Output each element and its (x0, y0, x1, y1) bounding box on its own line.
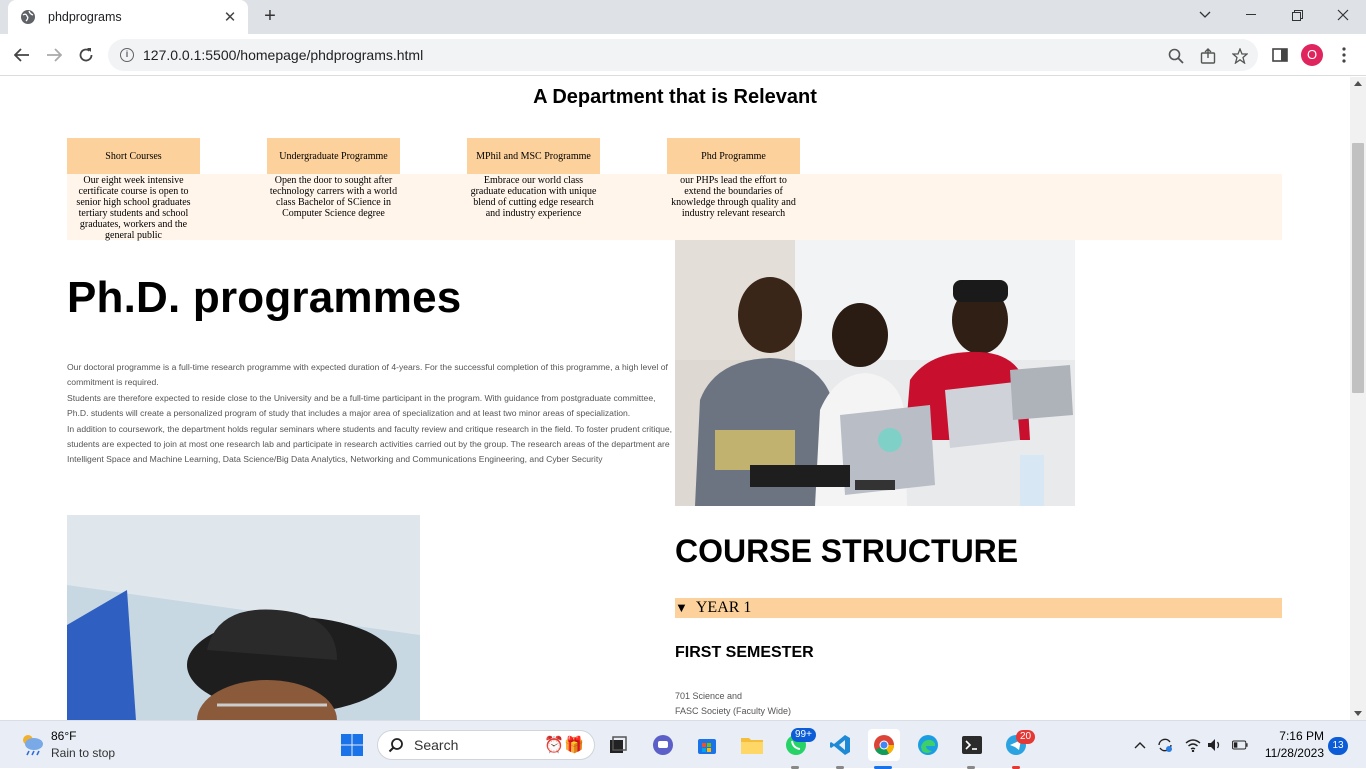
chevron-up-icon[interactable] (1132, 737, 1148, 753)
microsoft-store-icon[interactable] (691, 729, 723, 761)
whatsapp-badge: 99+ (791, 728, 816, 742)
course-item: FASC Society (Faculty Wide) (675, 706, 792, 716)
weather-temperature[interactable]: 86°F (51, 729, 76, 743)
close-window-button[interactable] (1320, 0, 1366, 30)
minimize-button[interactable] (1228, 0, 1274, 30)
scroll-down-arrow-icon[interactable] (1354, 711, 1362, 716)
sync-icon[interactable] (1157, 737, 1173, 753)
start-button[interactable] (336, 729, 368, 761)
browser-toolbar: i 127.0.0.1:5500/homepage/phdprograms.ht… (0, 34, 1366, 76)
edge-icon[interactable] (912, 729, 944, 761)
card-mphil-title[interactable]: MPhil and MSC Programme (467, 138, 600, 174)
card-phd-text: our PHPs lead the effort to extend the b… (671, 175, 796, 219)
url-text: 127.0.0.1:5500/homepage/phdprograms.html (143, 47, 424, 63)
search-highlight-icon: ⏰🎁 (544, 737, 584, 754)
tab-close-icon[interactable]: ✕ (222, 8, 238, 26)
disclosure-triangle-icon: ▼ (675, 600, 688, 615)
side-panel-icon[interactable] (1270, 45, 1290, 65)
terminal-icon[interactable] (956, 729, 988, 761)
phd-paragraph: Students are therefore expected to resid… (67, 392, 656, 419)
students-photo (675, 240, 1075, 506)
chrome-icon[interactable] (868, 729, 900, 761)
card-undergraduate-title[interactable]: Undergraduate Programme (267, 138, 400, 174)
scroll-up-arrow-icon[interactable] (1354, 81, 1362, 86)
profile-avatar[interactable]: O (1301, 44, 1323, 66)
page-scrollbar[interactable] (1350, 77, 1366, 720)
taskbar-search[interactable]: Search ⏰🎁 (377, 730, 595, 760)
share-icon[interactable] (1199, 47, 1217, 65)
card-short-courses-title[interactable]: Short Courses (67, 138, 200, 174)
graduation-photo (67, 515, 420, 720)
reload-icon[interactable] (73, 42, 99, 68)
phd-paragraph: In addition to coursework, the departmen… (67, 423, 673, 465)
windows-taskbar: 86°F Rain to stop Search ⏰🎁 99+ 20 7:16 … (0, 720, 1366, 769)
phd-programmes-title: Ph.D. programmes (67, 273, 462, 322)
year-1-toggle[interactable]: ▼ YEAR 1 (675, 598, 1282, 618)
wifi-icon[interactable] (1185, 737, 1201, 753)
volume-icon[interactable] (1207, 737, 1223, 753)
card-short-courses-text: Our eight week intensive certificate cou… (76, 175, 191, 241)
department-heading: A Department that is Relevant (533, 86, 817, 108)
phd-paragraph: Our doctoral programme is a full-time re… (67, 362, 668, 388)
forward-arrow-icon[interactable] (41, 42, 67, 68)
browser-tab-bar: phdprograms ✕ + (0, 0, 1366, 34)
semester-title: FIRST SEMESTER (675, 644, 814, 661)
search-icon (388, 738, 403, 753)
phd-description: Our doctoral programme is a full-time re… (67, 360, 675, 468)
file-explorer-icon[interactable] (736, 729, 768, 761)
scrollbar-thumb[interactable] (1352, 143, 1364, 393)
menu-dots-icon[interactable] (1334, 45, 1354, 65)
card-mphil-text: Embrace our world class graduate educati… (470, 175, 597, 219)
battery-icon[interactable] (1232, 737, 1248, 753)
globe-icon (21, 10, 35, 24)
clock-time[interactable]: 7:16 PM (1266, 729, 1324, 743)
address-bar[interactable]: i 127.0.0.1:5500/homepage/phdprograms.ht… (108, 39, 1258, 71)
browser-tab[interactable]: phdprograms ✕ (8, 0, 248, 34)
teams-chat-icon[interactable] (647, 729, 679, 761)
card-undergraduate-text: Open the door to sought after technology… (269, 175, 398, 219)
task-view-icon[interactable] (602, 729, 634, 761)
new-tab-button[interactable]: + (259, 6, 281, 28)
weather-rain-icon[interactable] (18, 730, 46, 758)
card-phd-title[interactable]: Phd Programme (667, 138, 800, 174)
restore-button[interactable] (1274, 0, 1320, 30)
course-item: 701 Science and (675, 691, 743, 701)
tab-title: phdprograms (48, 10, 122, 24)
weather-description[interactable]: Rain to stop (51, 746, 115, 760)
vscode-icon[interactable] (824, 729, 856, 761)
search-label: Search (414, 737, 459, 753)
site-info-icon[interactable]: i (120, 48, 134, 62)
back-arrow-icon[interactable] (9, 42, 35, 68)
clock-date[interactable]: 11/28/2023 (1262, 746, 1324, 760)
zoom-icon[interactable] (1167, 47, 1185, 65)
year-label: YEAR 1 (695, 599, 752, 616)
telegram-badge: 20 (1016, 730, 1036, 744)
bookmark-star-icon[interactable] (1231, 47, 1249, 65)
course-structure-title: COURSE STRUCTURE (675, 533, 1019, 569)
notification-count-badge[interactable]: 13 (1328, 737, 1348, 755)
page-viewport: A Department that is Relevant Short Cour… (0, 77, 1350, 720)
tab-search-chevron-icon[interactable] (1182, 0, 1228, 30)
